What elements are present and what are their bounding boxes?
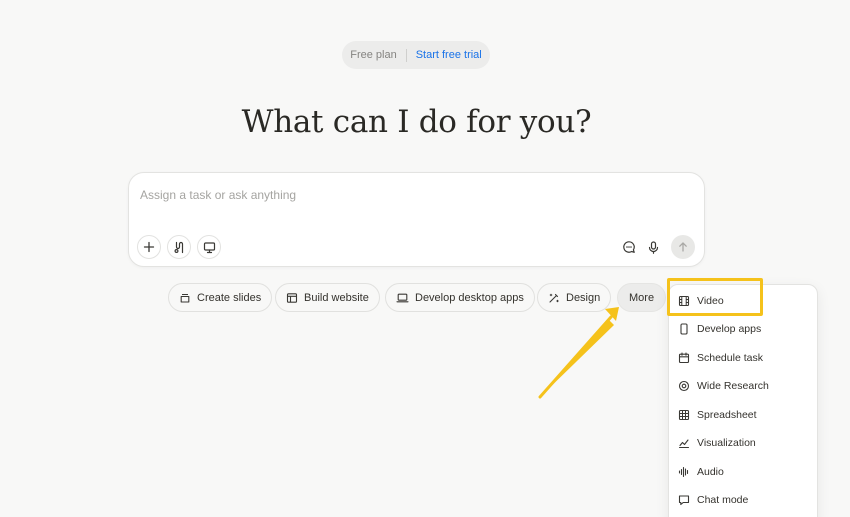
table-icon	[678, 409, 690, 421]
microphone-button[interactable]	[641, 235, 665, 259]
send-button[interactable]	[671, 235, 695, 259]
menu-item-label: Schedule task	[697, 352, 763, 364]
chart-icon	[678, 437, 690, 449]
menu-item-visualization[interactable]: Visualization	[669, 430, 817, 456]
plan-label: Free plan	[350, 49, 397, 61]
menu-item-video[interactable]: Video	[669, 288, 817, 314]
chip-label: Develop desktop apps	[415, 291, 524, 304]
more-menu: Video Develop apps Schedule task Wide Re…	[668, 284, 818, 517]
calendar-icon	[678, 352, 690, 364]
menu-item-label: Wide Research	[697, 380, 769, 392]
chip-label: Build website	[304, 291, 369, 304]
audio-icon	[678, 466, 690, 478]
menu-item-develop-apps[interactable]: Develop apps	[669, 316, 817, 342]
chip-label: More	[629, 291, 655, 304]
computer-button[interactable]	[197, 235, 221, 259]
menu-item-label: Spreadsheet	[697, 409, 757, 421]
video-icon	[678, 295, 690, 307]
menu-item-chat-mode[interactable]: Chat mode	[669, 487, 817, 513]
speak-mode-button[interactable]	[617, 235, 641, 259]
chip-design[interactable]: Design	[537, 283, 612, 312]
task-input[interactable]	[140, 185, 680, 205]
menu-item-label: Video	[697, 295, 724, 307]
research-icon	[678, 380, 690, 392]
connectors-button[interactable]	[167, 235, 191, 259]
menu-item-label: Chat mode	[697, 494, 749, 506]
phone-icon	[678, 323, 690, 335]
menu-item-schedule-task[interactable]: Schedule task	[669, 345, 817, 371]
connector-icon	[173, 241, 183, 253]
plus-icon	[143, 241, 155, 253]
microphone-icon	[648, 240, 658, 254]
menu-item-label: Audio	[697, 466, 724, 478]
monitor-icon	[203, 241, 215, 253]
menu-item-wide-research[interactable]: Wide Research	[669, 373, 817, 399]
slides-icon	[180, 293, 190, 303]
menu-item-label: Develop apps	[697, 323, 762, 335]
page-title: What can I do for you?	[241, 104, 592, 140]
chip-create-slides[interactable]: Create slides	[168, 283, 273, 312]
start-free-trial-link[interactable]: Start free trial	[407, 49, 482, 61]
annotation-arrow-icon	[538, 307, 619, 399]
menu-item-spreadsheet[interactable]: Spreadsheet	[669, 402, 817, 428]
menu-item-label: Visualization	[697, 437, 756, 449]
laptop-icon	[396, 293, 409, 302]
task-composer	[128, 172, 705, 267]
add-attachment-button[interactable]	[137, 235, 161, 259]
chip-label: Design	[566, 291, 601, 304]
chip-label: Create slides	[197, 291, 262, 304]
chat-bubble-icon	[623, 241, 635, 253]
design-icon	[549, 293, 559, 303]
chip-develop-desktop-apps[interactable]: Develop desktop apps	[385, 283, 535, 312]
arrow-up-icon	[679, 242, 687, 252]
website-icon	[286, 292, 298, 303]
home-screen: Free plan Start free trial What can I do…	[0, 0, 850, 517]
menu-item-audio[interactable]: Audio	[669, 459, 817, 485]
chip-build-website[interactable]: Build website	[275, 283, 380, 312]
plan-pill: Free plan Start free trial	[342, 41, 490, 69]
chip-more[interactable]: More	[617, 283, 667, 312]
chat-icon	[678, 494, 690, 506]
